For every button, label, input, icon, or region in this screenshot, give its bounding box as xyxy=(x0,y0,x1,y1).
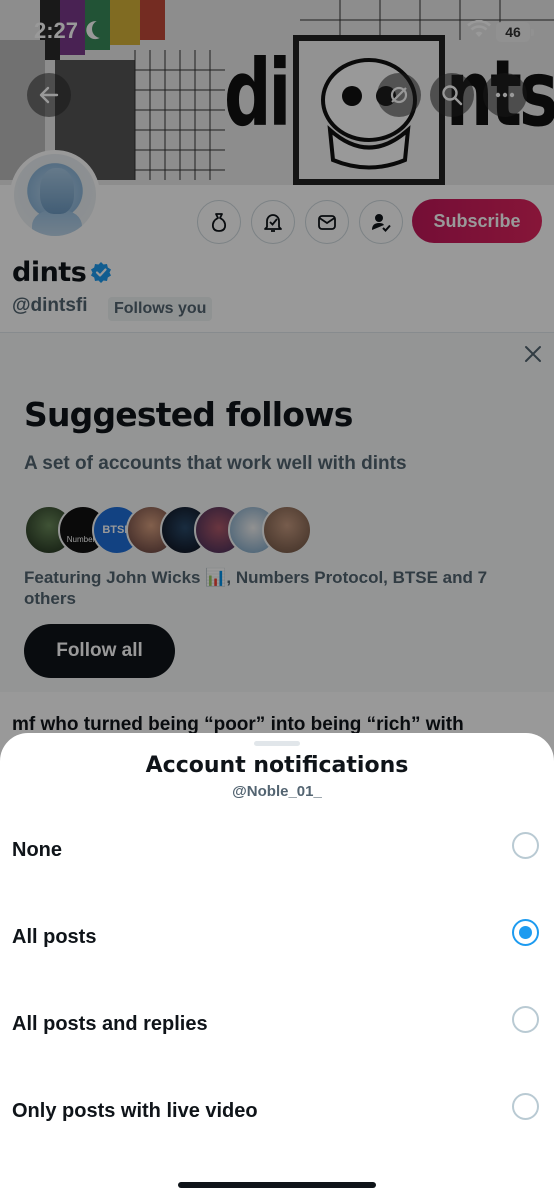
option-label: Only posts with live video xyxy=(12,1100,258,1122)
radio-none[interactable] xyxy=(512,832,539,859)
sheet-grabber[interactable] xyxy=(254,741,300,746)
account-notifications-sheet: Account notifications @Noble_01_ None Al… xyxy=(0,733,554,1200)
sheet-subtitle: @Noble_01_ xyxy=(232,783,322,800)
option-label: None xyxy=(12,839,62,861)
sheet-title: Account notifications xyxy=(145,753,409,778)
home-indicator[interactable] xyxy=(178,1182,376,1188)
option-all-posts[interactable]: All posts xyxy=(0,894,554,981)
option-label: All posts xyxy=(12,926,97,948)
option-live-video[interactable]: Only posts with live video xyxy=(0,1068,554,1155)
option-none[interactable]: None xyxy=(0,807,554,894)
option-label: All posts and replies xyxy=(12,1013,208,1035)
radio-all-posts-and-replies[interactable] xyxy=(512,1006,539,1033)
radio-all-posts[interactable] xyxy=(512,919,539,946)
option-all-posts-and-replies[interactable]: All posts and replies xyxy=(0,981,554,1068)
radio-live-video[interactable] xyxy=(512,1093,539,1120)
